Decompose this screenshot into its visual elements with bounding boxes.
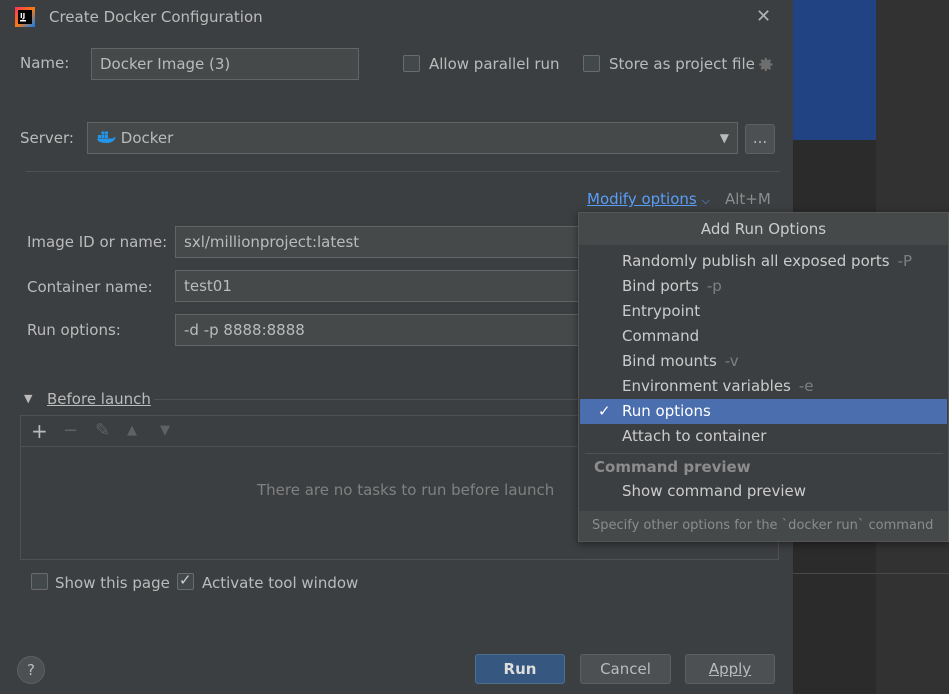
svg-text:IJ: IJ	[20, 12, 25, 20]
container-label: Container name:	[27, 278, 153, 296]
divider	[26, 171, 780, 172]
menu-item-env-vars[interactable]: Environment variables -e	[580, 374, 947, 399]
image-label: Image ID or name:	[27, 233, 168, 251]
empty-tasks-text: There are no tasks to run before launch	[257, 481, 555, 499]
window-title: Create Docker Configuration	[49, 8, 263, 26]
browse-button[interactable]: ...	[745, 124, 775, 154]
popup-title: Add Run Options	[579, 213, 948, 245]
modify-options-link[interactable]: Modify options ⌵	[587, 190, 710, 208]
menu-item-bind-mounts[interactable]: Bind mounts -v	[580, 349, 947, 374]
image-input[interactable]: sxl/millionproject:latest	[175, 226, 595, 258]
collapse-triangle-icon[interactable]: ▼	[24, 392, 32, 405]
popup-section-title: Command preview	[594, 458, 751, 476]
app-logo-icon: IJ	[15, 7, 35, 27]
run-options-label: Run options:	[27, 321, 121, 339]
chevron-down-icon: ⌵	[701, 194, 710, 207]
before-launch-divider	[154, 399, 584, 400]
move-down-icon[interactable]: ▼	[160, 416, 170, 446]
show-page-checkbox[interactable]	[31, 573, 48, 590]
move-up-icon[interactable]: ▲	[127, 416, 137, 446]
add-icon[interactable]: +	[31, 416, 48, 446]
activate-tool-checkbox[interactable]	[177, 571, 194, 590]
activate-tool-label: Activate tool window	[202, 574, 359, 592]
popup-hint: Specify other options for the `docker ru…	[579, 511, 948, 541]
check-icon: ✓	[598, 402, 611, 420]
gear-icon[interactable]	[757, 56, 774, 77]
popup-divider	[585, 453, 943, 454]
background-divider	[793, 573, 949, 574]
menu-item-entrypoint[interactable]: Entrypoint	[580, 299, 947, 324]
remove-icon[interactable]: −	[63, 416, 78, 446]
menu-item-run-options[interactable]: ✓ Run options	[580, 399, 947, 424]
server-label: Server:	[20, 129, 74, 147]
store-project-checkbox[interactable]	[583, 55, 600, 72]
name-input[interactable]: Docker Image (3)	[91, 48, 359, 80]
close-icon[interactable]: ✕	[756, 6, 771, 27]
store-project-label: Store as project file	[609, 55, 755, 73]
menu-item-show-command-preview[interactable]: Show command preview	[580, 479, 947, 504]
menu-item-publish-ports[interactable]: Randomly publish all exposed ports -P	[580, 249, 947, 274]
show-page-label: Show this page	[55, 574, 170, 592]
cancel-button[interactable]: Cancel	[580, 654, 671, 684]
allow-parallel-checkbox[interactable]	[403, 55, 420, 72]
menu-item-bind-ports[interactable]: Bind ports -p	[580, 274, 947, 299]
apply-button[interactable]: Apply	[685, 654, 775, 684]
menu-item-attach[interactable]: Attach to container	[580, 424, 947, 449]
before-launch-title[interactable]: Before launch	[47, 390, 151, 408]
menu-item-command[interactable]: Command	[580, 324, 947, 349]
add-run-options-popup: Add Run Options Randomly publish all exp…	[578, 212, 949, 542]
background-selection	[793, 0, 876, 140]
modify-options-shortcut: Alt+M	[725, 190, 771, 208]
server-value: Docker	[120, 129, 174, 147]
run-button[interactable]: Run	[475, 654, 565, 684]
run-options-input[interactable]: -d -p 8888:8888	[175, 314, 595, 346]
chevron-down-icon[interactable]: ▼	[720, 123, 729, 153]
allow-parallel-label: Allow parallel run	[429, 55, 560, 73]
docker-icon	[96, 124, 116, 154]
server-select[interactable]: Docker ▼	[87, 122, 738, 154]
container-input[interactable]: test01	[175, 270, 595, 302]
name-label: Name:	[20, 54, 70, 72]
help-button[interactable]: ?	[17, 656, 45, 684]
edit-icon[interactable]: ✎	[95, 416, 110, 446]
